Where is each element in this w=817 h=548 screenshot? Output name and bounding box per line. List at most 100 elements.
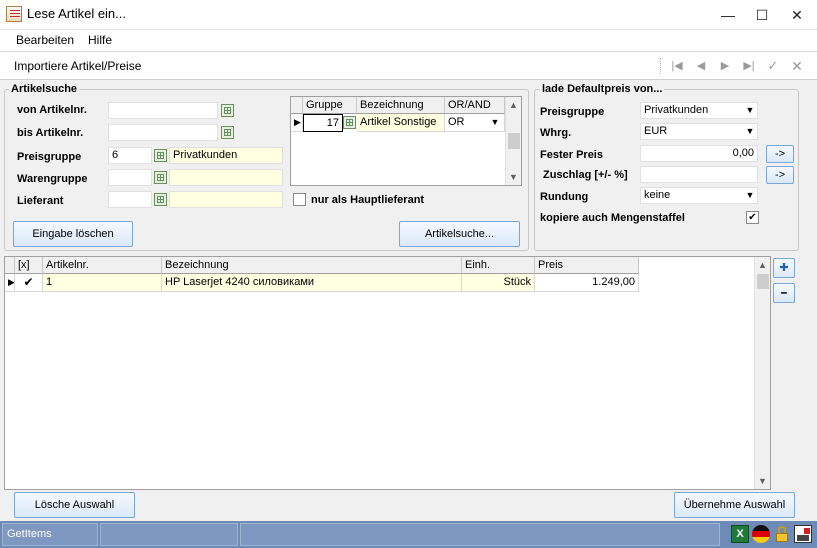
result-grid-scrollbar[interactable]: ▲ ▼: [754, 257, 770, 489]
bis-artikelnr-input[interactable]: [108, 124, 218, 141]
artikelsuche-button[interactable]: Artikelsuche...: [399, 221, 520, 247]
grid-header-gruppe[interactable]: Gruppe: [303, 97, 357, 114]
artikelsuche-title: Artikelsuche: [9, 83, 80, 95]
confirm-icon[interactable]: ✓: [764, 58, 782, 74]
grid-header-bezeichnung[interactable]: Bezeichnung: [162, 257, 462, 274]
default-preisgruppe-label: Preisgruppe: [540, 106, 605, 118]
warengruppe-lookup-icon[interactable]: [154, 171, 167, 184]
preis-cell[interactable]: 1.249,00: [535, 274, 639, 292]
bezeichnung-cell: Artikel Sonstige: [357, 114, 445, 132]
lieferant-label: Lieferant: [17, 195, 64, 207]
grid-header-preis[interactable]: Preis: [535, 257, 639, 274]
warengruppe-grid[interactable]: Gruppe Bezeichnung OR/AND ▶ 17 Artikel S…: [290, 96, 522, 186]
warengruppe-name: [169, 169, 283, 186]
rundung-select[interactable]: keine: [640, 187, 758, 204]
zuschlag-label: Zuschlag [+/- %]: [543, 169, 628, 181]
prev-record-icon[interactable]: ◀: [692, 58, 710, 74]
scroll-thumb[interactable]: [508, 133, 520, 149]
scroll-thumb[interactable]: [757, 274, 769, 289]
grid-header-bezeichnung[interactable]: Bezeichnung: [357, 97, 445, 114]
chevron-down-icon[interactable]: ▼: [743, 124, 757, 139]
printer-icon[interactable]: [794, 525, 812, 543]
lock-icon[interactable]: [773, 525, 791, 543]
chevron-down-icon[interactable]: ▼: [743, 188, 757, 203]
fester-preis-input[interactable]: 0,00: [640, 145, 758, 162]
first-record-icon[interactable]: |◀: [668, 58, 686, 74]
lieferant-lookup-icon[interactable]: [154, 193, 167, 206]
gruppe-lookup-icon[interactable]: [343, 116, 356, 129]
toolbar: Importiere Artikel/Preise |◀ ◀ ▶ ▶| ✓ ✕: [0, 52, 817, 80]
chevron-down-icon[interactable]: ▼: [743, 103, 757, 118]
bis-artikelnr-label: bis Artikelnr.: [17, 127, 84, 139]
whrg-select[interactable]: EUR: [640, 123, 758, 140]
grid-header-orand[interactable]: OR/AND: [445, 97, 505, 114]
add-row-button[interactable]: ✚: [773, 258, 795, 278]
excel-icon[interactable]: X: [731, 525, 749, 543]
von-artikelnr-label: von Artikelnr.: [17, 104, 87, 116]
einheit-cell: Stück: [462, 274, 535, 292]
cancel-icon[interactable]: ✕: [788, 58, 806, 74]
von-artikelnr-input[interactable]: [108, 102, 218, 119]
grid-header-einheit[interactable]: Einh.: [462, 257, 535, 274]
eingabe-loeschen-button[interactable]: Eingabe löschen: [13, 221, 133, 247]
grid-header-indicator: [291, 97, 303, 114]
minimize-button[interactable]: —: [711, 0, 745, 30]
german-flag-icon[interactable]: [752, 525, 770, 543]
toolbar-separator: [660, 58, 661, 74]
menu-bar: Bearbeiten Hilfe: [0, 30, 817, 52]
preisgruppe-label: Preisgruppe: [17, 151, 82, 163]
bezeichnung-cell: HP Laserjet 4240 силовиками: [162, 274, 462, 292]
row-indicator-icon: ▶: [291, 114, 303, 132]
row-select-checkbox[interactable]: ✔: [15, 274, 43, 292]
menu-bearbeiten[interactable]: Bearbeiten: [16, 33, 74, 47]
title-bar: Lese Artikel ein... — ☐ ✕: [0, 0, 817, 30]
status-bar: GetItems X: [0, 521, 817, 548]
lieferant-name: [169, 191, 283, 208]
grid-header-indicator: [5, 257, 15, 274]
rundung-label: Rundung: [540, 191, 589, 203]
next-record-icon[interactable]: ▶: [716, 58, 734, 74]
uebernehme-auswahl-button[interactable]: Übernehme Auswahl: [674, 492, 795, 518]
artikelnr-cell: 1: [43, 274, 162, 292]
fester-preis-label: Fester Preis: [540, 149, 603, 161]
scroll-down-icon[interactable]: ▼: [755, 473, 770, 489]
row-indicator-icon: ▶: [5, 274, 15, 292]
artikel-result-grid[interactable]: [x] Artikelnr. Bezeichnung Einh. Preis ▶…: [4, 256, 771, 490]
hauptlieferant-checkbox[interactable]: [293, 193, 306, 206]
warengruppe-input[interactable]: [108, 169, 152, 186]
mengenstaffel-label: kopiere auch Mengenstaffel: [540, 212, 685, 224]
app-icon: [6, 6, 22, 22]
menu-hilfe[interactable]: Hilfe: [88, 33, 112, 47]
scroll-down-icon[interactable]: ▼: [506, 169, 521, 185]
grid-header-select[interactable]: [x]: [15, 257, 43, 274]
status-panel-2: [100, 523, 238, 546]
zuschlag-apply-button[interactable]: ->: [766, 166, 794, 184]
mengenstaffel-checkbox[interactable]: ✔: [746, 211, 759, 224]
preisgruppe-name: Privatkunden: [169, 147, 283, 164]
preisgruppe-lookup-icon[interactable]: [154, 149, 167, 162]
defaultpreis-title: lade Defaultpreis von...: [540, 83, 665, 95]
window-title: Lese Artikel ein...: [27, 6, 126, 21]
scroll-up-icon[interactable]: ▲: [506, 97, 521, 113]
close-button[interactable]: ✕: [780, 0, 814, 30]
maximize-button[interactable]: ☐: [745, 0, 779, 30]
lieferant-input[interactable]: [108, 191, 152, 208]
zuschlag-input[interactable]: [640, 166, 758, 183]
last-record-icon[interactable]: ▶|: [740, 58, 758, 74]
remove-row-button[interactable]: ━: [773, 283, 795, 303]
von-artikelnr-lookup-icon[interactable]: [221, 104, 234, 117]
scroll-up-icon[interactable]: ▲: [755, 257, 770, 273]
whrg-label: Whrg.: [540, 127, 572, 139]
default-preisgruppe-select[interactable]: Privatkunden: [640, 102, 758, 119]
gruppe-cell[interactable]: 17: [303, 114, 343, 132]
status-panel-getitems: GetItems: [2, 523, 98, 546]
warengruppe-label: Warengruppe: [17, 173, 88, 185]
group-grid-scrollbar[interactable]: ▲ ▼: [505, 97, 521, 185]
status-panel-3: [240, 523, 720, 546]
chevron-down-icon[interactable]: ▼: [488, 115, 502, 130]
bis-artikelnr-lookup-icon[interactable]: [221, 126, 234, 139]
grid-header-artikelnr[interactable]: Artikelnr.: [43, 257, 162, 274]
fester-preis-apply-button[interactable]: ->: [766, 145, 794, 163]
preisgruppe-input[interactable]: 6: [108, 147, 152, 164]
loesche-auswahl-button[interactable]: Lösche Auswahl: [14, 492, 135, 518]
